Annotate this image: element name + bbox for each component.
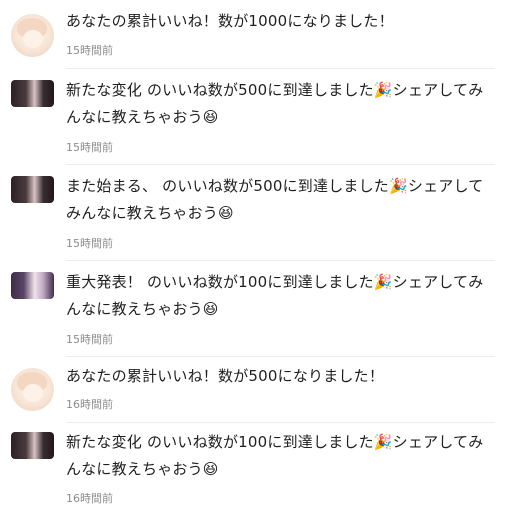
- notification-item[interactable]: あなたの累計いいね！数が1000になりました！ 15時間前: [0, 0, 509, 66]
- notification-item[interactable]: あなたの累計いいね！数が500になりました！ 16時間前: [0, 356, 509, 420]
- notification-time: 15時間前: [66, 141, 113, 154]
- notification-time: 15時間前: [66, 44, 113, 57]
- notification-feed: あなたの累計いいね！数が1000になりました！ 15時間前 新たな変化 のいいね…: [0, 0, 509, 512]
- notification-item[interactable]: 新たな変化 のいいね数が500に到達しました🎉シェアしてみんなに教えちゃおう😆 …: [0, 68, 509, 164]
- notification-time: 16時間前: [66, 492, 113, 505]
- avatar[interactable]: [11, 272, 54, 299]
- notification-text: あなたの累計いいね！数が1000になりました！: [66, 12, 394, 30]
- notification-text: また始まる、 のいいね数が500に到達しました🎉シェアしてみんなに教えちゃおう😆: [66, 177, 484, 222]
- notification-text: 新たな変化 のいいね数が500に到達しました🎉シェアしてみんなに教えちゃおう😆: [66, 81, 484, 126]
- notification-text: 新たな変化 のいいね数が100に到達しました🎉シェアしてみんなに教えちゃおう😆: [66, 433, 484, 478]
- avatar[interactable]: [11, 368, 54, 411]
- avatar[interactable]: [11, 432, 54, 459]
- avatar[interactable]: [11, 176, 54, 203]
- notification-text: 重大発表！ のいいね数が100に到達しました🎉シェアしてみんなに教えちゃおう😆: [66, 273, 484, 318]
- notification-text: あなたの累計いいね！数が500になりました！: [66, 367, 385, 385]
- notification-item[interactable]: 新たな変化 のいいね数が100に到達しました🎉シェアしてみんなに教えちゃおう😆 …: [0, 422, 509, 512]
- notification-time: 15時間前: [66, 237, 113, 250]
- notification-time: 15時間前: [66, 333, 113, 346]
- notification-time: 16時間前: [66, 398, 113, 411]
- notification-item[interactable]: 重大発表！ のいいね数が100に到達しました🎉シェアしてみんなに教えちゃおう😆 …: [0, 260, 509, 356]
- notification-item[interactable]: また始まる、 のいいね数が500に到達しました🎉シェアしてみんなに教えちゃおう😆…: [0, 164, 509, 260]
- avatar[interactable]: [11, 14, 54, 57]
- avatar[interactable]: [11, 80, 54, 107]
